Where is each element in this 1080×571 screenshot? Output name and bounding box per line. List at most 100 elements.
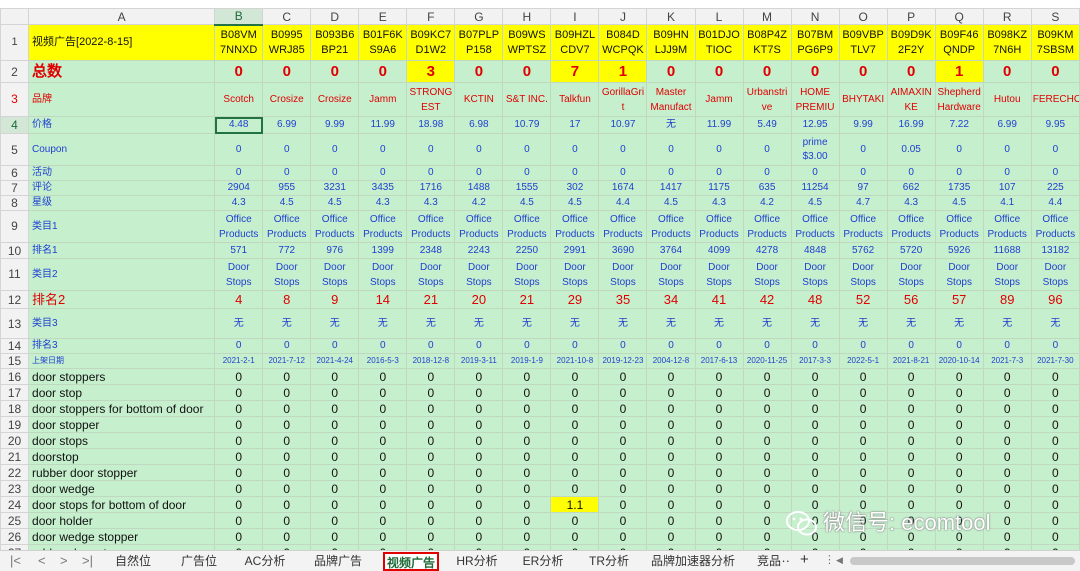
row-number[interactable]: 25 [0, 512, 30, 529]
keyword-cell[interactable]: 0 [790, 416, 840, 433]
rank1-cell[interactable]: 2991 [550, 242, 600, 259]
keyword-cell[interactable]: 0 [646, 496, 696, 513]
more-sheets-button[interactable]: ··· [777, 553, 790, 568]
coupon-cell[interactable]: 0 [406, 133, 456, 166]
keyword-cell[interactable]: 0 [454, 448, 504, 465]
listing-date-cell[interactable]: 2019-3-11 [454, 353, 504, 369]
stars-label[interactable]: 星级 [28, 195, 216, 211]
brand-cell[interactable]: Hutou [982, 82, 1032, 117]
reviews-cell[interactable]: 662 [886, 180, 936, 196]
keyword-cell[interactable]: 0 [406, 400, 456, 417]
row-number[interactable]: 4 [0, 116, 30, 134]
rank1-cell[interactable]: 5926 [934, 242, 984, 259]
coupon-cell[interactable]: 0 [502, 133, 552, 166]
activity-cell[interactable]: 0 [886, 165, 936, 181]
prev-sheet-icon[interactable]: < [38, 553, 46, 568]
rank1-cell[interactable]: 571 [214, 242, 264, 259]
stars-cell[interactable]: 4.5 [502, 195, 552, 211]
keyword-cell[interactable]: 0 [646, 400, 696, 417]
brand-cell[interactable]: FERECHO [1030, 82, 1080, 117]
rank3-cell[interactable]: 0 [598, 338, 648, 354]
stars-cell[interactable]: 4.2 [454, 195, 504, 211]
keyword-cell[interactable]: 0 [742, 512, 792, 529]
column-header[interactable]: F [406, 8, 456, 25]
keyword-cell[interactable]: 0 [406, 512, 456, 529]
row-number[interactable]: 9 [0, 210, 30, 243]
rank3-cell[interactable]: 0 [694, 338, 744, 354]
activity-cell[interactable]: 0 [1030, 165, 1080, 181]
coupon-cell[interactable]: 0 [646, 133, 696, 166]
listing-date-cell[interactable]: 2022-5-1 [838, 353, 888, 369]
rank1-cell[interactable]: 2348 [406, 242, 456, 259]
keyword-cell[interactable]: 0 [790, 480, 840, 497]
keyword-cell[interactable]: 0 [646, 512, 696, 529]
rank2-cell[interactable]: 14 [358, 290, 408, 309]
keyword-cell[interactable]: 0 [454, 512, 504, 529]
listing-date-cell[interactable]: 2021-7-12 [262, 353, 312, 369]
activity-cell[interactable]: 0 [406, 165, 456, 181]
keyword-cell[interactable]: 0 [358, 512, 408, 529]
column-header[interactable]: K [646, 8, 696, 25]
category1-cell[interactable]: Office Products [406, 210, 456, 243]
price-cell[interactable]: 10.79 [502, 116, 552, 134]
rank2-cell[interactable]: 48 [790, 290, 840, 309]
listing-date-cell[interactable]: 2019-1-9 [502, 353, 552, 369]
keyword-cell[interactable]: 0 [742, 384, 792, 401]
keyword-cell[interactable]: 0 [214, 400, 264, 417]
asin-code-cell[interactable]: B01F6K S9A6 [358, 24, 408, 61]
listing-date-cell[interactable]: 2019-12-23 [598, 353, 648, 369]
category1-cell[interactable]: Office Products [646, 210, 696, 243]
rank3-cell[interactable]: 0 [886, 338, 936, 354]
listing-date-cell[interactable]: 2021-10-8 [550, 353, 600, 369]
rank3-cell[interactable]: 0 [646, 338, 696, 354]
rank3-cell[interactable]: 0 [742, 338, 792, 354]
keyword-cell[interactable]: 0 [214, 448, 264, 465]
row-number[interactable]: 12 [0, 290, 30, 309]
reviews-cell[interactable]: 107 [982, 180, 1032, 196]
row-number[interactable]: 6 [0, 165, 30, 181]
keyword-cell[interactable]: 0 [790, 464, 840, 481]
listing-date-cell[interactable]: 2021-7-30 [1030, 353, 1080, 369]
category1-cell[interactable]: Office Products [502, 210, 552, 243]
activity-cell[interactable]: 0 [262, 165, 312, 181]
brand-cell[interactable]: Shepherd Hardware [934, 82, 984, 117]
row-number[interactable]: 20 [0, 432, 30, 449]
keyword-cell[interactable]: 0 [406, 528, 456, 545]
keyword-cell[interactable]: 0 [262, 464, 312, 481]
keyword-cell[interactable]: 0 [454, 432, 504, 449]
keyword-cell[interactable]: 0 [550, 512, 600, 529]
asin-code-label[interactable]: 视频广告[2022-8-15] [28, 24, 216, 61]
price-cell[interactable]: 4.48 [214, 116, 264, 134]
activity-cell[interactable]: 0 [934, 165, 984, 181]
sheet-tab[interactable]: TR分析 [581, 552, 637, 571]
brand-cell[interactable]: Crosize [310, 82, 360, 117]
coupon-cell[interactable]: 0.05 [886, 133, 936, 166]
total-cell[interactable]: 0 [310, 60, 360, 83]
row-number[interactable]: 19 [0, 416, 30, 433]
category3-cell[interactable]: 无 [838, 308, 888, 339]
coupon-cell[interactable]: prime $3.00 [790, 133, 840, 166]
total-cell[interactable]: 0 [838, 60, 888, 83]
add-sheet-button[interactable]: + [800, 551, 809, 568]
reviews-cell[interactable]: 97 [838, 180, 888, 196]
keyword-cell[interactable]: 0 [502, 432, 552, 449]
rank2-cell[interactable]: 52 [838, 290, 888, 309]
total-label[interactable]: 总数 [28, 60, 216, 83]
category1-cell[interactable]: Office Products [1030, 210, 1080, 243]
keyword-cell[interactable]: 0 [454, 496, 504, 513]
keyword-cell[interactable]: 0 [502, 416, 552, 433]
coupon-cell[interactable]: 0 [454, 133, 504, 166]
keyword-label[interactable]: door stoppers [28, 368, 216, 385]
keyword-cell[interactable]: 0 [646, 448, 696, 465]
rank2-cell[interactable]: 21 [406, 290, 456, 309]
keyword-cell[interactable]: 0 [694, 384, 744, 401]
stars-cell[interactable]: 4.3 [358, 195, 408, 211]
total-cell[interactable]: 0 [982, 60, 1032, 83]
category1-cell[interactable]: Office Products [838, 210, 888, 243]
category3-cell[interactable]: 无 [406, 308, 456, 339]
reviews-cell[interactable]: 2904 [214, 180, 264, 196]
rank1-cell[interactable]: 1399 [358, 242, 408, 259]
asin-code-cell[interactable]: B084D WCPQK [598, 24, 648, 61]
asin-code-cell[interactable]: B07PLP P158 [454, 24, 504, 61]
category3-cell[interactable]: 无 [934, 308, 984, 339]
